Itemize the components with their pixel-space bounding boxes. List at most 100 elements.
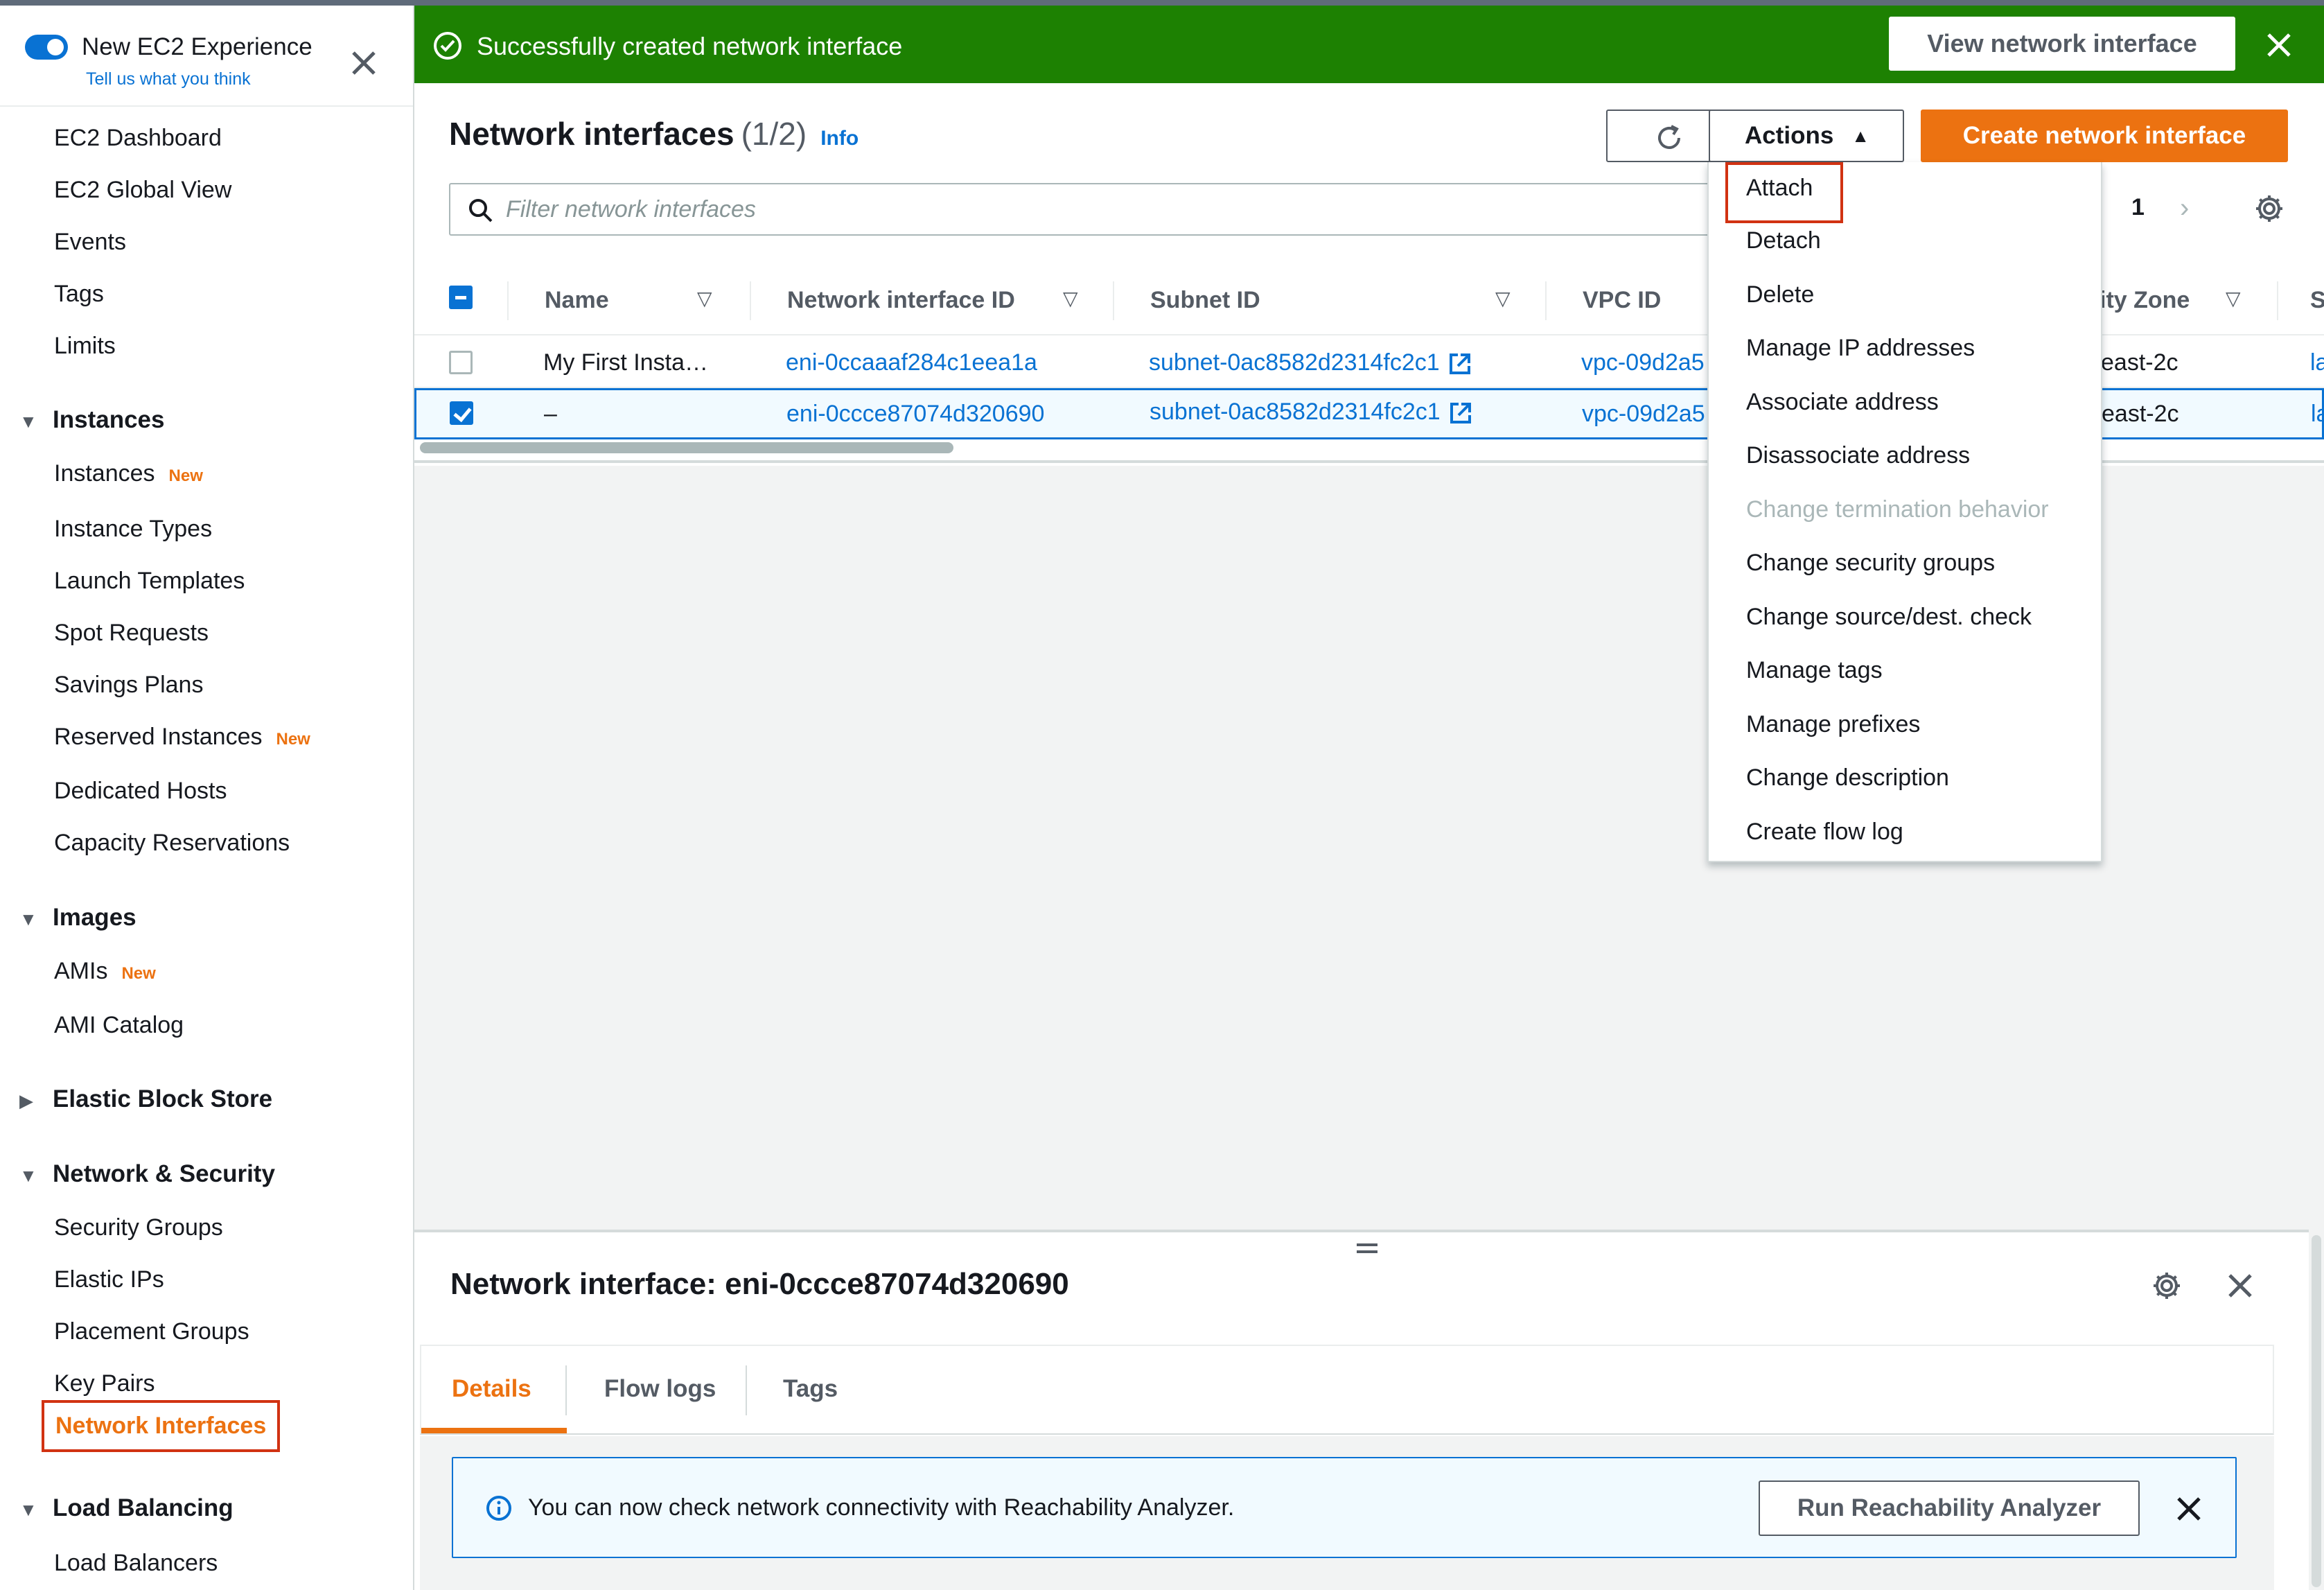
sidebar-section-load-balancing[interactable]: ▼ Load Balancing (19, 1494, 234, 1522)
cell-availability-zone: east-2c (2102, 401, 2179, 427)
menu-item-manage-tags[interactable]: Manage tags (1746, 657, 1883, 684)
create-network-interface-button[interactable]: Create network interface (1921, 110, 2288, 162)
info-link[interactable]: Info (820, 127, 859, 150)
sidebar-section-ebs[interactable]: ▶ Elastic Block Store (19, 1085, 272, 1113)
chevron-right-icon[interactable]: › (2180, 193, 2189, 224)
column-header-vpc-id[interactable]: VPC ID (1583, 287, 1661, 314)
sidebar-item-placement-groups[interactable]: Placement Groups (54, 1318, 249, 1345)
menu-item-change-termination-behavior: Change termination behavior (1746, 496, 2049, 523)
actions-label: Actions (1745, 122, 1834, 149)
cell-subnet-link[interactable]: subnet-0ac8582d2314fc2c1 (1149, 349, 1473, 377)
close-icon[interactable] (2226, 1271, 2255, 1300)
cell-name: My First Insta… (543, 349, 709, 376)
page-number[interactable]: 1 (2131, 194, 2145, 221)
drag-handle-icon[interactable] (1357, 1242, 1377, 1255)
sidebar-item-security-groups[interactable]: Security Groups (54, 1214, 223, 1241)
cell-vpc-link[interactable]: vpc-09d2a5 (1581, 349, 1705, 376)
cell-security-group[interactable]: la (2311, 401, 2324, 428)
menu-item-change-description[interactable]: Change description (1746, 765, 1949, 792)
new-badge: New (121, 964, 156, 983)
vertical-scrollbar[interactable] (2309, 1232, 2324, 1590)
column-header-subnet-id[interactable]: Subnet ID (1150, 287, 1260, 314)
row-checkbox[interactable] (449, 351, 473, 374)
sidebar-item-instances[interactable]: Instances New (54, 460, 203, 487)
horizontal-scrollbar[interactable] (420, 442, 953, 453)
sidebar-item-events[interactable]: Events (54, 229, 126, 256)
sidebar-section-instances[interactable]: ▼ Instances (19, 406, 164, 434)
sidebar-item-limits[interactable]: Limits (54, 333, 116, 360)
menu-item-disassociate-address[interactable]: Disassociate address (1746, 442, 1970, 469)
sidebar-item-capacity-reservations[interactable]: Capacity Reservations (54, 830, 290, 857)
caret-down-icon: ▼ (19, 909, 37, 929)
row-checkbox[interactable] (450, 401, 473, 425)
actions-dropdown-button[interactable]: Actions ▲ (1709, 110, 1904, 162)
tab-tags[interactable]: Tags (783, 1375, 838, 1403)
gear-icon[interactable] (2253, 193, 2285, 225)
sidebar-item-spot-requests[interactable]: Spot Requests (54, 620, 209, 647)
sidebar-item-instance-types[interactable]: Instance Types (54, 516, 212, 543)
sidebar: New EC2 Experience Tell us what you thin… (0, 6, 414, 1590)
section-label: Images (53, 904, 137, 931)
sort-icon[interactable]: ▽ (1495, 287, 1511, 310)
tab-flow-logs[interactable]: Flow logs (604, 1375, 716, 1403)
sort-icon[interactable]: ▽ (697, 287, 712, 310)
menu-item-associate-address[interactable]: Associate address (1746, 389, 1939, 416)
sidebar-item-network-interfaces[interactable]: Network Interfaces (42, 1400, 281, 1452)
sidebar-item-savings-plans[interactable]: Savings Plans (54, 672, 203, 699)
details-split-panel: Network interface: eni-0ccce87074d320690… (414, 1232, 2309, 1590)
close-icon[interactable] (346, 46, 381, 80)
scrollbar-thumb[interactable] (2312, 1235, 2321, 1587)
feedback-link[interactable]: Tell us what you think (86, 69, 251, 89)
cell-eni-link[interactable]: eni-0ccaaaf284c1eea1a (786, 349, 1037, 376)
sidebar-item-label: Reserved Instances (54, 724, 263, 750)
sort-icon[interactable]: ▽ (1063, 287, 1078, 310)
external-link-icon (1450, 403, 1471, 424)
menu-item-manage-prefixes[interactable]: Manage prefixes (1746, 711, 1920, 738)
cell-name: – (544, 401, 557, 427)
menu-item-attach[interactable]: Attach (1746, 175, 1813, 202)
menu-item-delete[interactable]: Delete (1746, 281, 1814, 308)
sidebar-item-ami-catalog[interactable]: AMI Catalog (54, 1012, 184, 1039)
sidebar-item-elastic-ips[interactable]: Elastic IPs (54, 1266, 164, 1293)
sidebar-item-ec2-dashboard[interactable]: EC2 Dashboard (54, 125, 222, 152)
view-network-interface-button[interactable]: View network interface (1889, 17, 2235, 71)
reachability-info-alert: You can now check network connectivity w… (452, 1457, 2237, 1558)
filter-input[interactable] (506, 190, 1684, 229)
cell-security-group[interactable]: la (2310, 349, 2324, 376)
cell-subnet-link[interactable]: subnet-0ac8582d2314fc2c1 (1150, 399, 1474, 426)
caret-down-icon: ▼ (19, 1165, 37, 1186)
tab-divider (746, 1365, 747, 1415)
cell-eni-link[interactable]: eni-0ccce87074d320690 (786, 401, 1044, 428)
external-link-icon (1449, 353, 1470, 375)
menu-item-manage-ip-addresses[interactable]: Manage IP addresses (1746, 335, 1975, 362)
sidebar-item-dedicated-hosts[interactable]: Dedicated Hosts (54, 778, 227, 805)
close-icon[interactable] (2174, 1494, 2203, 1523)
gear-icon[interactable] (2151, 1270, 2183, 1302)
toggle-knob (47, 39, 64, 55)
details-body: You can now check network connectivity w… (420, 1436, 2274, 1590)
sidebar-item-key-pairs[interactable]: Key Pairs (54, 1370, 155, 1397)
sidebar-item-launch-templates[interactable]: Launch Templates (54, 568, 245, 595)
tab-details[interactable]: Details (452, 1375, 531, 1403)
column-header-availability-zone[interactable]: ity Zone (2099, 287, 2190, 314)
column-header-eni-id[interactable]: Network interface ID (787, 287, 1015, 314)
menu-item-detach[interactable]: Detach (1746, 227, 1821, 254)
sidebar-item-reserved-instances[interactable]: Reserved Instances New (54, 724, 310, 751)
cell-vpc-link[interactable]: vpc-09d2a5 (1582, 401, 1705, 428)
menu-item-create-flow-log[interactable]: Create flow log (1746, 819, 1903, 846)
close-icon[interactable] (2263, 29, 2295, 61)
menu-item-change-security-groups[interactable]: Change security groups (1746, 550, 1995, 577)
sidebar-section-network-security[interactable]: ▼ Network & Security (19, 1160, 275, 1188)
sidebar-item-load-balancers[interactable]: Load Balancers (54, 1550, 218, 1577)
menu-item-change-source-dest-check[interactable]: Change source/dest. check (1746, 604, 2032, 631)
select-all-checkbox[interactable] (449, 286, 473, 309)
column-header-security[interactable]: S (2310, 287, 2324, 314)
run-reachability-analyzer-button[interactable]: Run Reachability Analyzer (1759, 1480, 2140, 1536)
sidebar-item-ec2-global-view[interactable]: EC2 Global View (54, 177, 231, 204)
sidebar-item-tags[interactable]: Tags (54, 281, 104, 308)
sort-icon[interactable]: ▽ (2226, 287, 2241, 310)
new-experience-toggle[interactable] (25, 35, 68, 60)
sidebar-item-amis[interactable]: AMIs New (54, 958, 156, 985)
column-header-name[interactable]: Name (545, 287, 609, 314)
sidebar-section-images[interactable]: ▼ Images (19, 904, 137, 932)
